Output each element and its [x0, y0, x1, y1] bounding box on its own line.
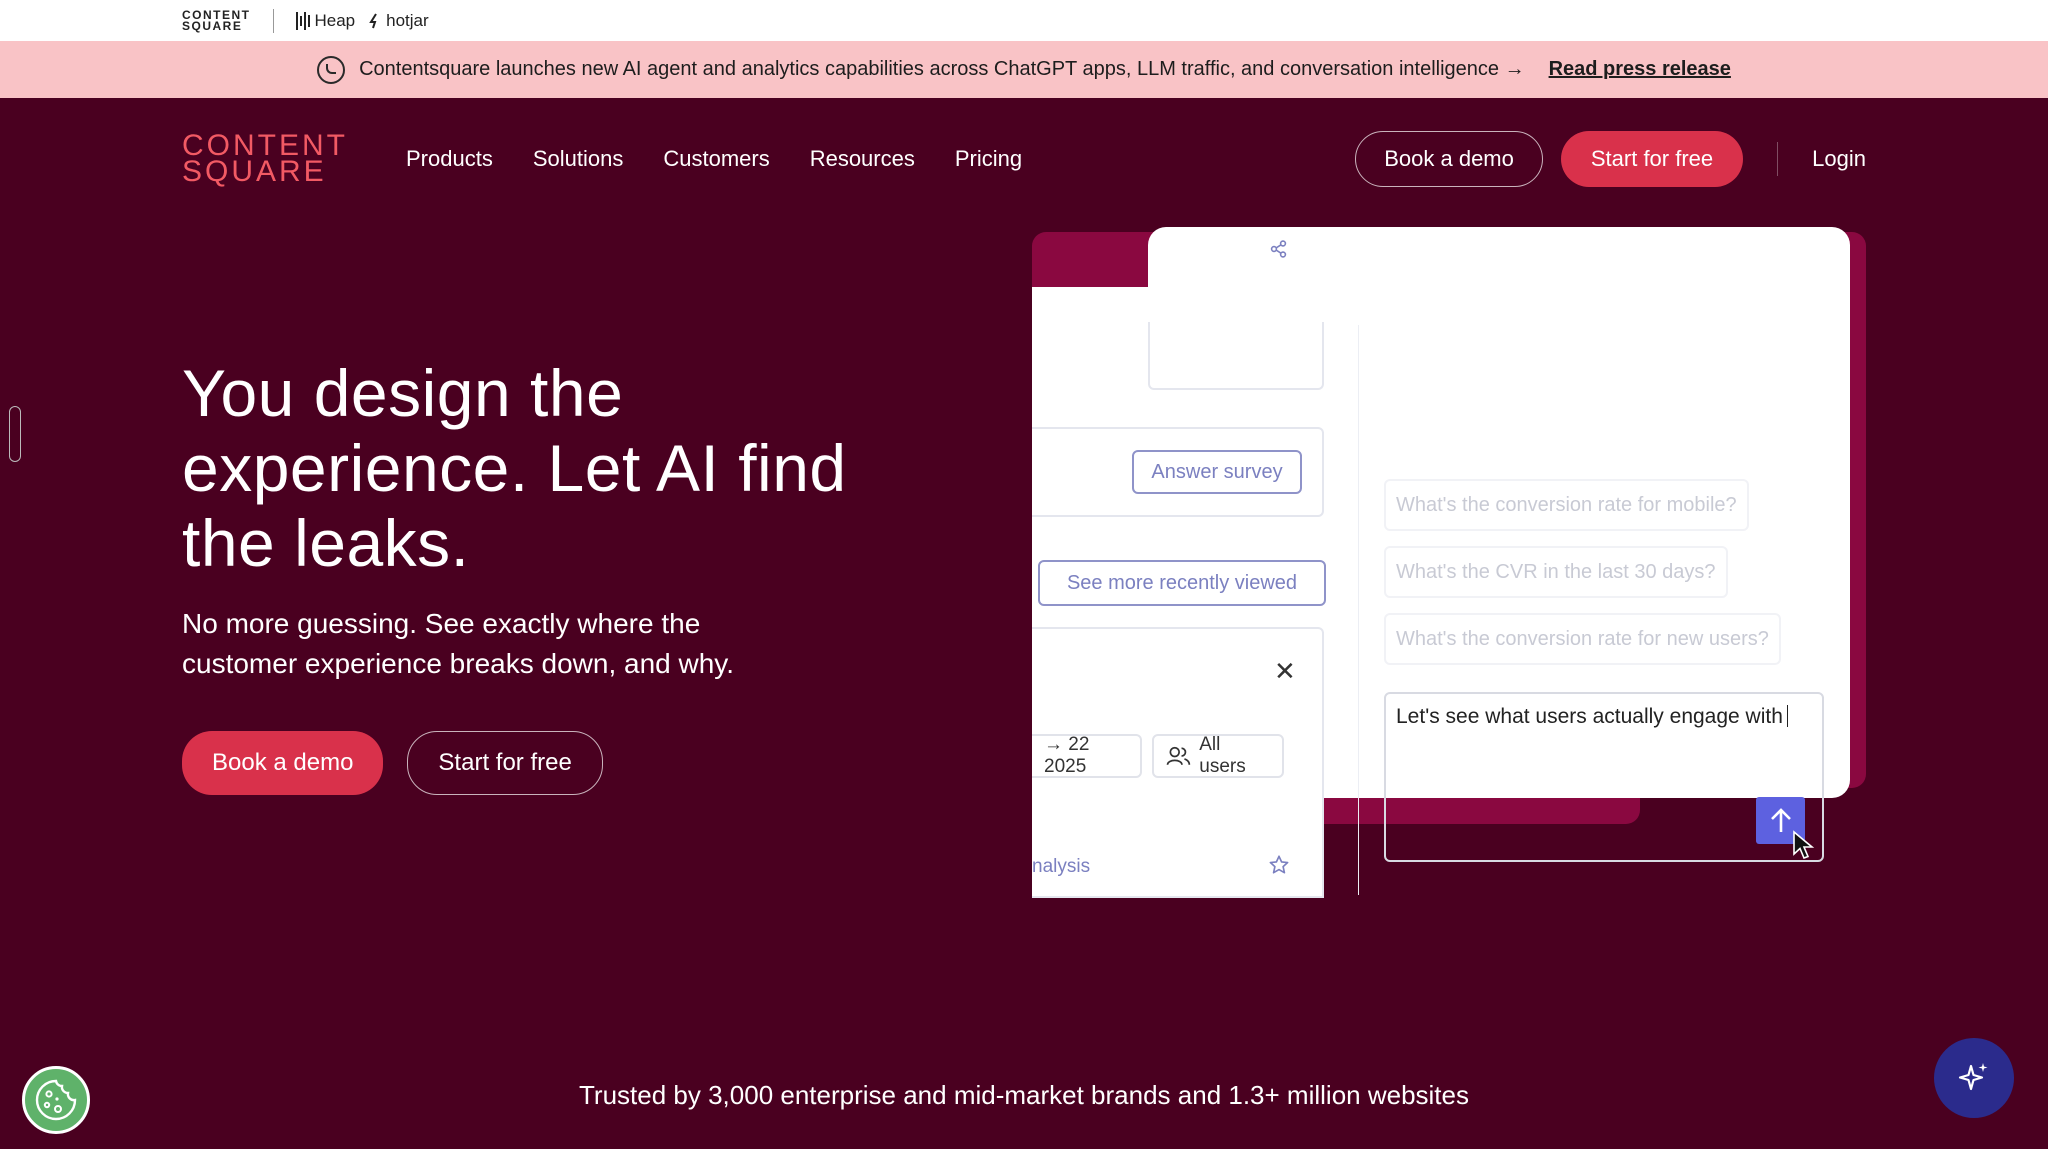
users-icon	[1166, 746, 1191, 766]
cookie-icon	[35, 1079, 77, 1121]
main-nav: CONTENT SQUARE Products Solutions Custom…	[182, 130, 1866, 188]
analysis-link[interactable]: nalysis	[1032, 856, 1090, 878]
logo-line2: SQUARE	[182, 155, 327, 188]
suggestion-cvr-label: What's the CVR in the last 30 days?	[1396, 560, 1716, 583]
all-users-chip[interactable]: All users	[1152, 734, 1284, 778]
all-users-label: All users	[1199, 734, 1246, 777]
date-range-chip[interactable]: → 22 2025	[1032, 734, 1142, 778]
nav-pricing[interactable]: Pricing	[955, 146, 1022, 172]
heap-brand-link[interactable]: Heap	[295, 10, 356, 31]
heap-logo-icon	[295, 11, 310, 30]
arrow-up-icon	[1770, 807, 1791, 832]
nav-products[interactable]: Products	[406, 146, 493, 172]
announcement-text: Contentsquare launches new AI agent and …	[359, 58, 1525, 80]
nav-customers[interactable]: Customers	[663, 146, 769, 172]
date-range-label: → 22 2025	[1044, 734, 1090, 777]
contentsquare-brand-link[interactable]: CONTENT SQUARE	[182, 9, 251, 33]
suggestion-cvr-30-days[interactable]: What's the CVR in the last 30 days?	[1384, 546, 1728, 598]
contentsquare-brand-line2: SQUARE	[182, 18, 243, 33]
hero-headline: You design the experience. Let AI find t…	[182, 356, 847, 580]
nav-divider	[1777, 142, 1779, 176]
login-link[interactable]: Login	[1812, 146, 1866, 172]
hero-start-free-button[interactable]: Start for free	[407, 731, 603, 795]
suggestion-new-users[interactable]: What's the conversion rate for new users…	[1384, 613, 1781, 665]
close-icon[interactable]: ✕	[1274, 656, 1296, 687]
brand-bar: CONTENT SQUARE Heap hotjar	[0, 0, 2048, 41]
hotjar-brand-label: hotjar	[386, 10, 429, 30]
nav-start-free-button[interactable]: Start for free	[1560, 131, 1744, 187]
hotjar-brand-link[interactable]: hotjar	[369, 11, 429, 31]
mockup-column-divider	[1358, 325, 1359, 895]
suggestion-mobile-label: What's the conversion rate for mobile?	[1396, 493, 1737, 516]
mockup-panel-top	[1148, 227, 1850, 297]
cookie-settings-button[interactable]	[22, 1066, 90, 1134]
share-card	[1148, 322, 1324, 390]
hero-cta-row: Book a demo Start for free	[182, 731, 603, 795]
announcement-bar: Contentsquare launches new AI agent and …	[0, 41, 2048, 98]
hotjar-logo-icon	[369, 12, 377, 28]
text-caret	[1786, 705, 1789, 727]
hero-book-demo-button[interactable]: Book a demo	[182, 731, 384, 795]
ai-prompt-text: Let's see what users actually engage wit…	[1396, 705, 1783, 728]
suggestion-mobile[interactable]: What's the conversion rate for mobile?	[1384, 479, 1749, 531]
nav-solutions[interactable]: Solutions	[533, 146, 624, 172]
see-more-recently-viewed-button[interactable]: See more recently viewed	[1038, 560, 1326, 606]
suggestion-new-users-label: What's the conversion rate for new users…	[1396, 627, 1769, 650]
scroll-indicator[interactable]	[9, 406, 21, 462]
nav-actions: Book a demo Start for free Login	[1355, 130, 1866, 188]
clock-icon	[317, 55, 346, 84]
read-press-release-link[interactable]: Read press release	[1549, 58, 1731, 81]
contentsquare-logo[interactable]: CONTENT SQUARE	[182, 131, 406, 188]
nav-book-demo-button[interactable]: Book a demo	[1355, 131, 1543, 187]
mouse-cursor-icon	[1793, 830, 1815, 860]
ai-assistant-button[interactable]	[1934, 1038, 2014, 1118]
nav-resources[interactable]: Resources	[810, 146, 915, 172]
trusted-by-text: Trusted by 3,000 enterprise and mid-mark…	[579, 1080, 1469, 1110]
hero-subhead: No more guessing. See exactly where the …	[182, 608, 734, 679]
sparkle-icon	[1958, 1063, 1988, 1091]
star-icon[interactable]	[1268, 854, 1290, 876]
nav-links: Products Solutions Customers Resources P…	[406, 146, 1022, 172]
heap-brand-label: Heap	[314, 10, 356, 30]
answer-survey-button[interactable]: Answer survey	[1132, 450, 1302, 494]
share-icon[interactable]	[1270, 240, 1288, 258]
brand-divider	[272, 8, 274, 33]
